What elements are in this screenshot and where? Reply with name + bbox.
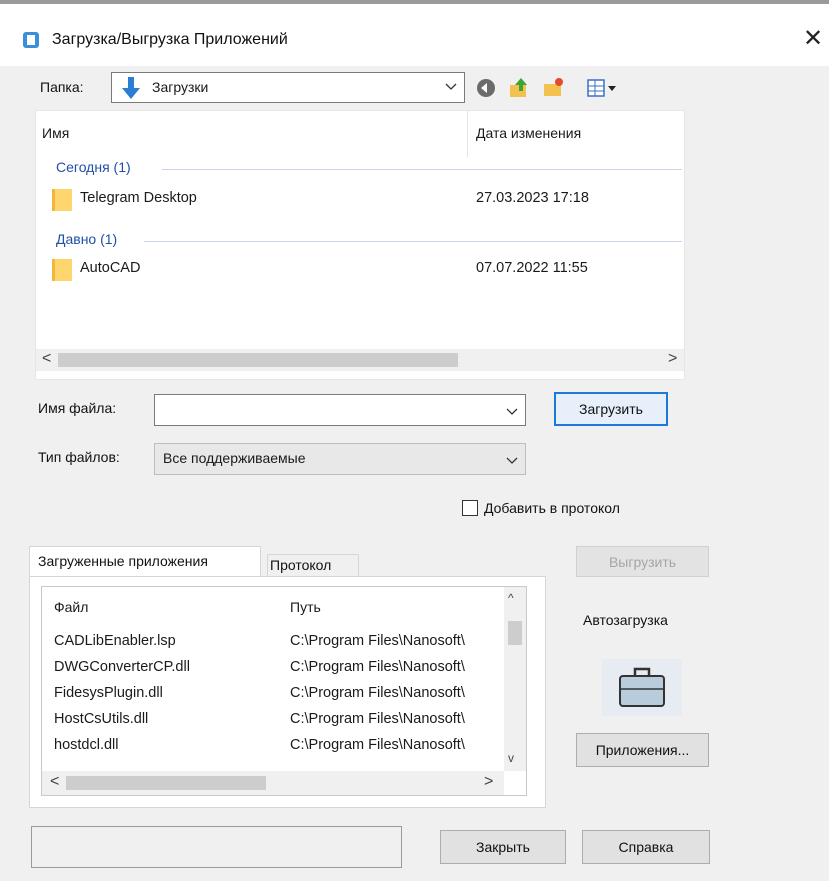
autoload-icon-tile[interactable] <box>602 659 682 716</box>
scrollbar-thumb[interactable] <box>66 776 266 790</box>
load-unload-apps-dialog: Загрузка/Выгрузка Приложений ✕ Папка: За… <box>0 0 829 881</box>
scroll-down-arrow[interactable]: v <box>508 751 514 765</box>
list-item[interactable]: Telegram Desktop 27.03.2023 17:18 <box>36 185 684 215</box>
add-to-log-label[interactable]: Добавить в протокол <box>484 500 620 516</box>
scroll-right-arrow[interactable]: > <box>668 350 677 368</box>
group-divider <box>144 241 682 242</box>
file-date: 07.07.2022 11:55 <box>476 260 588 276</box>
column-header-date[interactable]: Дата изменения <box>476 125 581 141</box>
scroll-right-arrow[interactable]: > <box>484 773 493 791</box>
tab-loaded-apps[interactable]: Загруженные приложения <box>29 546 261 577</box>
view-menu-icon[interactable] <box>586 77 620 99</box>
group-header-today[interactable]: Сегодня (1) <box>56 159 131 175</box>
app-path[interactable]: C:\Program Files\Nanosoft\ <box>290 737 465 753</box>
group-header-long-ago[interactable]: Давно (1) <box>56 231 117 247</box>
file-name: AutoCAD <box>80 260 141 276</box>
downloads-arrow-icon <box>122 77 140 99</box>
filetype-combo[interactable]: Все поддерживаемые <box>154 443 526 475</box>
scrollbar-thumb[interactable] <box>58 353 458 367</box>
chevron-down-icon[interactable] <box>505 404 519 418</box>
scrollbar-thumb[interactable] <box>508 621 522 645</box>
up-folder-icon[interactable] <box>508 77 530 99</box>
close-window-button[interactable]: ✕ <box>800 24 826 54</box>
file-date: 27.03.2023 17:18 <box>476 190 589 206</box>
scroll-up-arrow[interactable]: ^ <box>508 591 514 605</box>
window-top-border <box>0 0 829 4</box>
applications-button[interactable]: Приложения... <box>576 733 709 767</box>
tab-protocol[interactable]: Протокол <box>267 554 359 578</box>
filetype-label: Тип файлов: <box>38 449 120 465</box>
vertical-scrollbar[interactable]: ^ v <box>504 587 526 771</box>
app-file[interactable]: HostCsUtils.dll <box>54 711 148 727</box>
filename-label: Имя файла: <box>38 400 117 416</box>
chevron-down-icon <box>506 457 518 464</box>
loaded-apps-list[interactable]: Файл Путь CADLibEnabler.lsp C:\Program F… <box>41 586 527 796</box>
list-item[interactable]: AutoCAD 07.07.2022 11:55 <box>36 255 684 285</box>
horizontal-scrollbar[interactable]: < > <box>42 771 504 795</box>
chevron-down-icon <box>445 83 457 90</box>
help-button[interactable]: Справка <box>582 830 710 864</box>
filetype-value: Все поддерживаемые <box>163 450 306 466</box>
status-field <box>31 826 402 868</box>
new-folder-icon[interactable] <box>542 77 564 99</box>
folder-combo[interactable]: Загрузки <box>111 72 465 103</box>
app-file[interactable]: DWGConverterCP.dll <box>54 659 190 675</box>
column-header-path[interactable]: Путь <box>290 599 321 615</box>
column-header-file[interactable]: Файл <box>54 599 88 615</box>
folder-value: Загрузки <box>152 79 209 95</box>
horizontal-scrollbar[interactable]: < > <box>36 349 684 371</box>
app-path[interactable]: C:\Program Files\Nanosoft\ <box>290 685 465 701</box>
folder-label: Папка: <box>40 79 84 95</box>
app-path[interactable]: C:\Program Files\Nanosoft\ <box>290 711 465 727</box>
title-bar: Загрузка/Выгрузка Приложений ✕ <box>0 0 829 66</box>
load-button[interactable]: Загрузить <box>554 392 668 426</box>
scroll-left-arrow[interactable]: < <box>42 350 51 368</box>
app-path[interactable]: C:\Program Files\Nanosoft\ <box>290 659 465 675</box>
back-icon[interactable] <box>475 77 497 99</box>
folder-icon <box>52 189 72 211</box>
unload-button[interactable]: Выгрузить <box>576 546 709 577</box>
file-name: Telegram Desktop <box>80 190 197 206</box>
app-file[interactable]: FidesysPlugin.dll <box>54 685 163 701</box>
column-separator <box>467 111 468 157</box>
group-divider <box>162 169 682 170</box>
autoload-label: Автозагрузка <box>583 612 668 628</box>
scroll-left-arrow[interactable]: < <box>50 773 59 791</box>
add-to-log-checkbox[interactable] <box>462 500 478 516</box>
folder-icon <box>52 259 72 281</box>
app-icon <box>23 32 39 48</box>
app-file[interactable]: CADLibEnabler.lsp <box>54 633 176 649</box>
app-path[interactable]: C:\Program Files\Nanosoft\ <box>290 633 465 649</box>
filename-input[interactable] <box>154 394 526 426</box>
app-file[interactable]: hostdcl.dll <box>54 737 118 753</box>
window-title: Загрузка/Выгрузка Приложений <box>52 31 288 48</box>
briefcase-icon <box>619 667 665 707</box>
close-button[interactable]: Закрыть <box>440 830 566 864</box>
column-header-name[interactable]: Имя <box>42 125 69 141</box>
file-list[interactable]: Имя Дата изменения Сегодня (1) Telegram … <box>35 110 685 380</box>
